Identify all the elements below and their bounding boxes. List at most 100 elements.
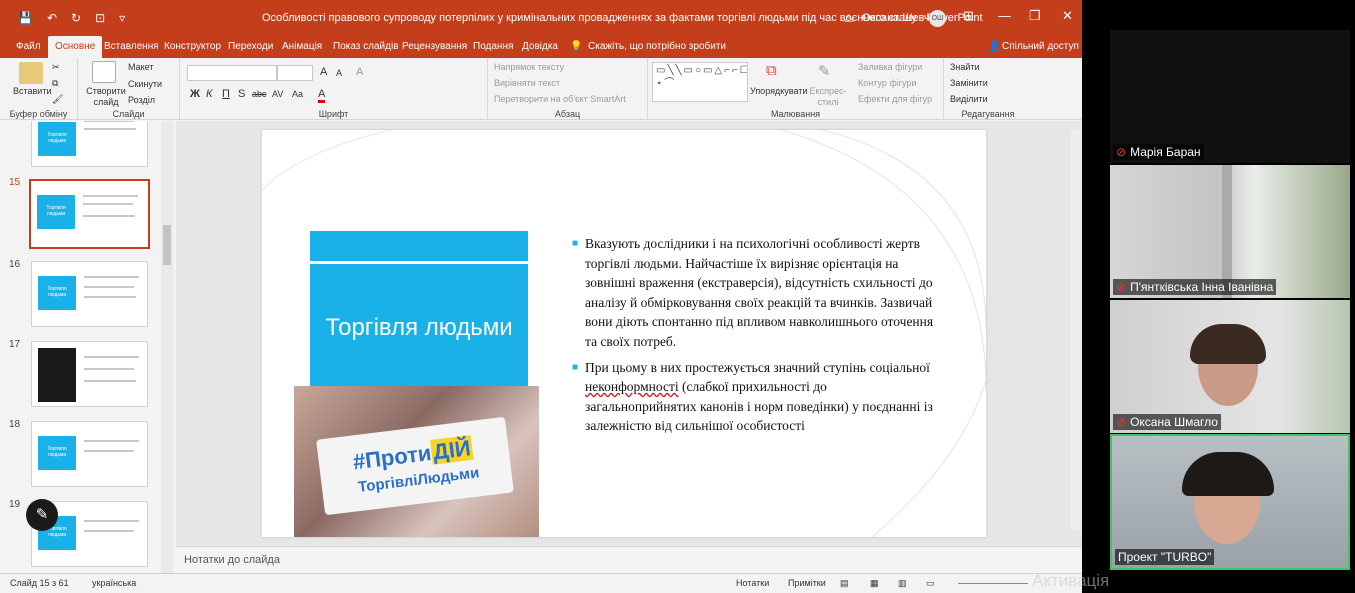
customize-qat-icon[interactable]: ▿ bbox=[119, 11, 125, 25]
share-button[interactable]: Спільний доступ bbox=[1002, 41, 1079, 52]
slide-thumbnail[interactable]: Торгівля людьми bbox=[31, 121, 148, 167]
participant-tile[interactable]: ⊘ Оксана Шмагло bbox=[1110, 300, 1350, 433]
redo-icon[interactable]: ↻ bbox=[71, 11, 81, 25]
arrange-button[interactable]: Упорядкувати bbox=[750, 86, 807, 96]
paste-icon[interactable] bbox=[19, 62, 43, 84]
font-color-button[interactable]: A bbox=[318, 88, 326, 103]
strike-button[interactable]: abc bbox=[252, 89, 267, 99]
shape-outline-button[interactable]: Контур фігури bbox=[858, 78, 916, 88]
participant-tile[interactable]: ⊘ Марія Баран bbox=[1110, 30, 1350, 163]
tab-insert[interactable]: Вставлення bbox=[104, 41, 159, 52]
tab-slideshow[interactable]: Показ слайдів bbox=[333, 41, 399, 52]
undo-icon[interactable]: ↶ bbox=[47, 11, 57, 25]
underline-button[interactable]: П bbox=[222, 88, 230, 100]
minimize-button[interactable]: — bbox=[998, 8, 1011, 23]
shapes-gallery[interactable]: ▭╲╲▭○▭△⌐⌐☐◇⇨⇩{}⋆⌒ bbox=[652, 62, 748, 102]
tell-me-search[interactable]: Скажіть, що потрібно зробити bbox=[588, 41, 726, 52]
grow-font-button[interactable]: A bbox=[320, 66, 327, 78]
thumbnails-scrollbar[interactable] bbox=[161, 121, 173, 573]
new-slide-button[interactable]: Створити слайд bbox=[86, 86, 126, 108]
slide-thumbnail[interactable] bbox=[31, 341, 148, 407]
shrink-font-button[interactable]: A bbox=[336, 68, 342, 78]
font-name-select[interactable] bbox=[187, 65, 277, 81]
slide-number: 17 bbox=[9, 339, 21, 350]
editor-scrollbar[interactable] bbox=[1071, 130, 1081, 530]
shape-effects-button[interactable]: Ефекти для фігур bbox=[858, 94, 932, 104]
find-button[interactable]: Знайти bbox=[950, 62, 980, 72]
tab-file[interactable]: Файл bbox=[16, 41, 41, 52]
char-spacing-button[interactable]: AV bbox=[272, 89, 283, 99]
new-slide-icon[interactable] bbox=[92, 61, 116, 83]
notes-pane[interactable]: Нотатки до слайда bbox=[176, 546, 1082, 573]
reset-button[interactable]: Скинути bbox=[128, 79, 162, 89]
convert-smartart-button[interactable]: Перетворити на об'єкт SmartArt bbox=[494, 94, 626, 104]
paste-button[interactable]: Вставити bbox=[13, 86, 52, 96]
restore-button[interactable]: ❐ bbox=[1029, 8, 1041, 24]
italic-button[interactable]: К bbox=[206, 88, 212, 100]
current-slide[interactable]: Торгівля людьми #ПротиДІЙ ТоргівліЛюдьми… bbox=[262, 130, 986, 537]
copy-icon[interactable]: ⧉ bbox=[52, 78, 58, 89]
powerpoint-window: 💾 ↶ ↻ ⊡ ▿ Особливості правового супровод… bbox=[0, 0, 1082, 593]
shape-fill-button[interactable]: Заливка фігури bbox=[858, 62, 922, 72]
participant-hair bbox=[1190, 324, 1266, 364]
slide-number: 18 bbox=[9, 419, 21, 430]
tab-home[interactable]: Основне bbox=[48, 36, 103, 58]
muted-mic-icon: ⊘ bbox=[1116, 280, 1127, 294]
slide-count: Слайд 15 з 61 bbox=[10, 578, 69, 588]
tab-design[interactable]: Конструктор bbox=[164, 41, 221, 52]
align-text-button[interactable]: Вирівняти текст bbox=[494, 78, 560, 88]
present-icon[interactable]: ⊡ bbox=[95, 11, 105, 25]
slide-body-text[interactable]: ■ Вказують дослідники і на психологічні о… bbox=[572, 234, 935, 442]
language[interactable]: українська bbox=[92, 578, 136, 588]
group-label: Шрифт bbox=[318, 109, 349, 119]
slide-title[interactable]: Торгівля людьми bbox=[310, 312, 528, 343]
quick-styles-button[interactable]: Експрес-стилі bbox=[808, 86, 848, 108]
thumb-dark-image bbox=[38, 348, 76, 402]
warning-icon[interactable]: ⚠ bbox=[844, 12, 854, 25]
spellcheck-word[interactable]: неконформності bbox=[585, 379, 679, 394]
tab-view[interactable]: Подання bbox=[473, 41, 513, 52]
comments-button[interactable]: Примітки bbox=[788, 578, 826, 588]
tab-animations[interactable]: Анімація bbox=[282, 41, 322, 52]
tab-review[interactable]: Рецензування bbox=[402, 41, 467, 52]
participant-name: ⊘ Оксана Шмагло bbox=[1113, 414, 1221, 430]
slide-thumbnail[interactable]: Торгівля людьми bbox=[31, 421, 148, 487]
close-button[interactable]: ✕ bbox=[1062, 8, 1073, 24]
normal-view-icon[interactable]: ▤ bbox=[840, 578, 849, 589]
campaign-photo[interactable]: #ПротиДІЙ ТоргівліЛюдьми bbox=[294, 386, 539, 537]
format-painter-icon[interactable]: 🖌 bbox=[52, 94, 63, 105]
tab-help[interactable]: Довідка bbox=[522, 41, 558, 52]
arrange-icon[interactable]: ⧉ bbox=[766, 62, 777, 79]
layout-button[interactable]: Макет bbox=[128, 62, 153, 72]
section-button[interactable]: Розділ bbox=[128, 95, 155, 105]
clear-format-button[interactable]: A bbox=[356, 66, 363, 78]
font-size-select[interactable] bbox=[277, 65, 313, 81]
avatar[interactable]: ОШ bbox=[929, 10, 946, 27]
tab-transitions[interactable]: Переходи bbox=[228, 41, 273, 52]
participant-tile[interactable]: ⊘ П'янтківська Інна Іванівна bbox=[1110, 165, 1350, 298]
person-icon: 👤 bbox=[988, 41, 1001, 52]
zoom-slider[interactable] bbox=[958, 583, 1028, 584]
cut-icon[interactable]: ✂ bbox=[52, 62, 60, 73]
slide-sorter-icon[interactable]: ▦ bbox=[870, 578, 879, 589]
replace-button[interactable]: Замінити bbox=[950, 78, 988, 88]
ribbon-display-options-icon[interactable]: ⊞ bbox=[963, 8, 974, 24]
shadow-button[interactable]: S bbox=[238, 88, 245, 100]
annotate-pen-button[interactable]: ✎ bbox=[26, 499, 58, 531]
save-icon[interactable]: 💾 bbox=[18, 11, 33, 25]
select-button[interactable]: Виділити bbox=[950, 94, 988, 104]
change-case-button[interactable]: Aa bbox=[292, 89, 303, 99]
notes-button[interactable]: Нотатки bbox=[736, 578, 769, 588]
ribbon: Вставити ✂ ⧉ 🖌 Буфер обміну Створити сла… bbox=[0, 58, 1082, 120]
text-direction-button[interactable]: Напрямок тексту bbox=[494, 62, 564, 72]
scrollbar-thumb[interactable] bbox=[163, 225, 171, 265]
active-speaker-tile[interactable]: Проект "TURBO" bbox=[1110, 434, 1350, 570]
status-bar: Слайд 15 з 61 українська Нотатки Примітк… bbox=[0, 573, 1082, 593]
slideshow-view-icon[interactable]: ▭ bbox=[926, 578, 935, 589]
bold-button[interactable]: Ж bbox=[190, 88, 200, 100]
quick-styles-icon[interactable]: ✎ bbox=[818, 62, 831, 80]
bullet-marker-icon: ■ bbox=[572, 361, 579, 373]
slide-thumbnail[interactable]: Торгівля людьми bbox=[31, 261, 148, 327]
reading-view-icon[interactable]: ▥ bbox=[898, 578, 907, 589]
slide-thumbnail-selected[interactable]: Торгівля людьми bbox=[29, 179, 150, 249]
